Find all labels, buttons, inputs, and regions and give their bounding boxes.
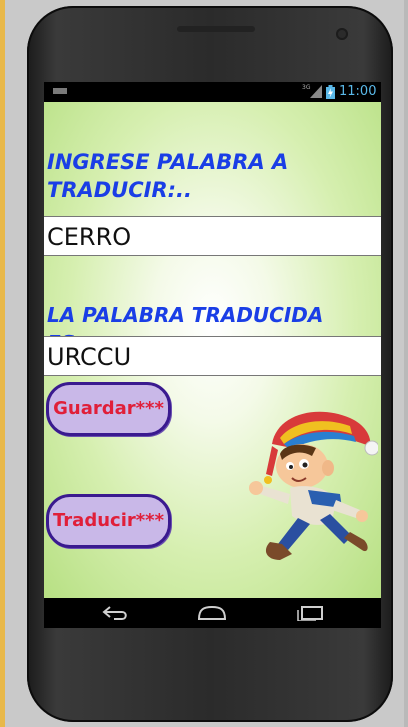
battery-charging-icon bbox=[326, 85, 335, 99]
clock: 11:00 bbox=[339, 84, 377, 99]
right-edge-stripe bbox=[404, 0, 408, 727]
left-edge-stripe bbox=[0, 0, 5, 727]
front-camera bbox=[336, 28, 348, 40]
word-input[interactable]: CERRO bbox=[44, 216, 381, 256]
navigation-bar bbox=[44, 598, 381, 628]
save-button[interactable]: Guardar*** bbox=[46, 382, 171, 436]
notification-icon bbox=[53, 88, 67, 94]
translate-button[interactable]: Traducir*** bbox=[46, 494, 171, 548]
signal-icon bbox=[310, 85, 322, 98]
back-icon[interactable] bbox=[100, 605, 130, 621]
translator-screen: INGRESE PALABRA A TRADUCIR:.. CERRO LA P… bbox=[44, 102, 381, 598]
device-screen: 3G 11:00 INGRESE PALABRA A TRADUCIR:.. C… bbox=[44, 82, 381, 628]
status-bar: 3G 11:00 bbox=[44, 82, 381, 102]
home-icon[interactable] bbox=[196, 605, 228, 621]
translation-output[interactable]: URCCU bbox=[44, 336, 381, 376]
input-label: INGRESE PALABRA A TRADUCIR:.. bbox=[47, 150, 289, 202]
running-child-illustration bbox=[249, 411, 378, 560]
speaker-grille bbox=[177, 26, 255, 32]
recents-icon[interactable] bbox=[294, 605, 324, 621]
